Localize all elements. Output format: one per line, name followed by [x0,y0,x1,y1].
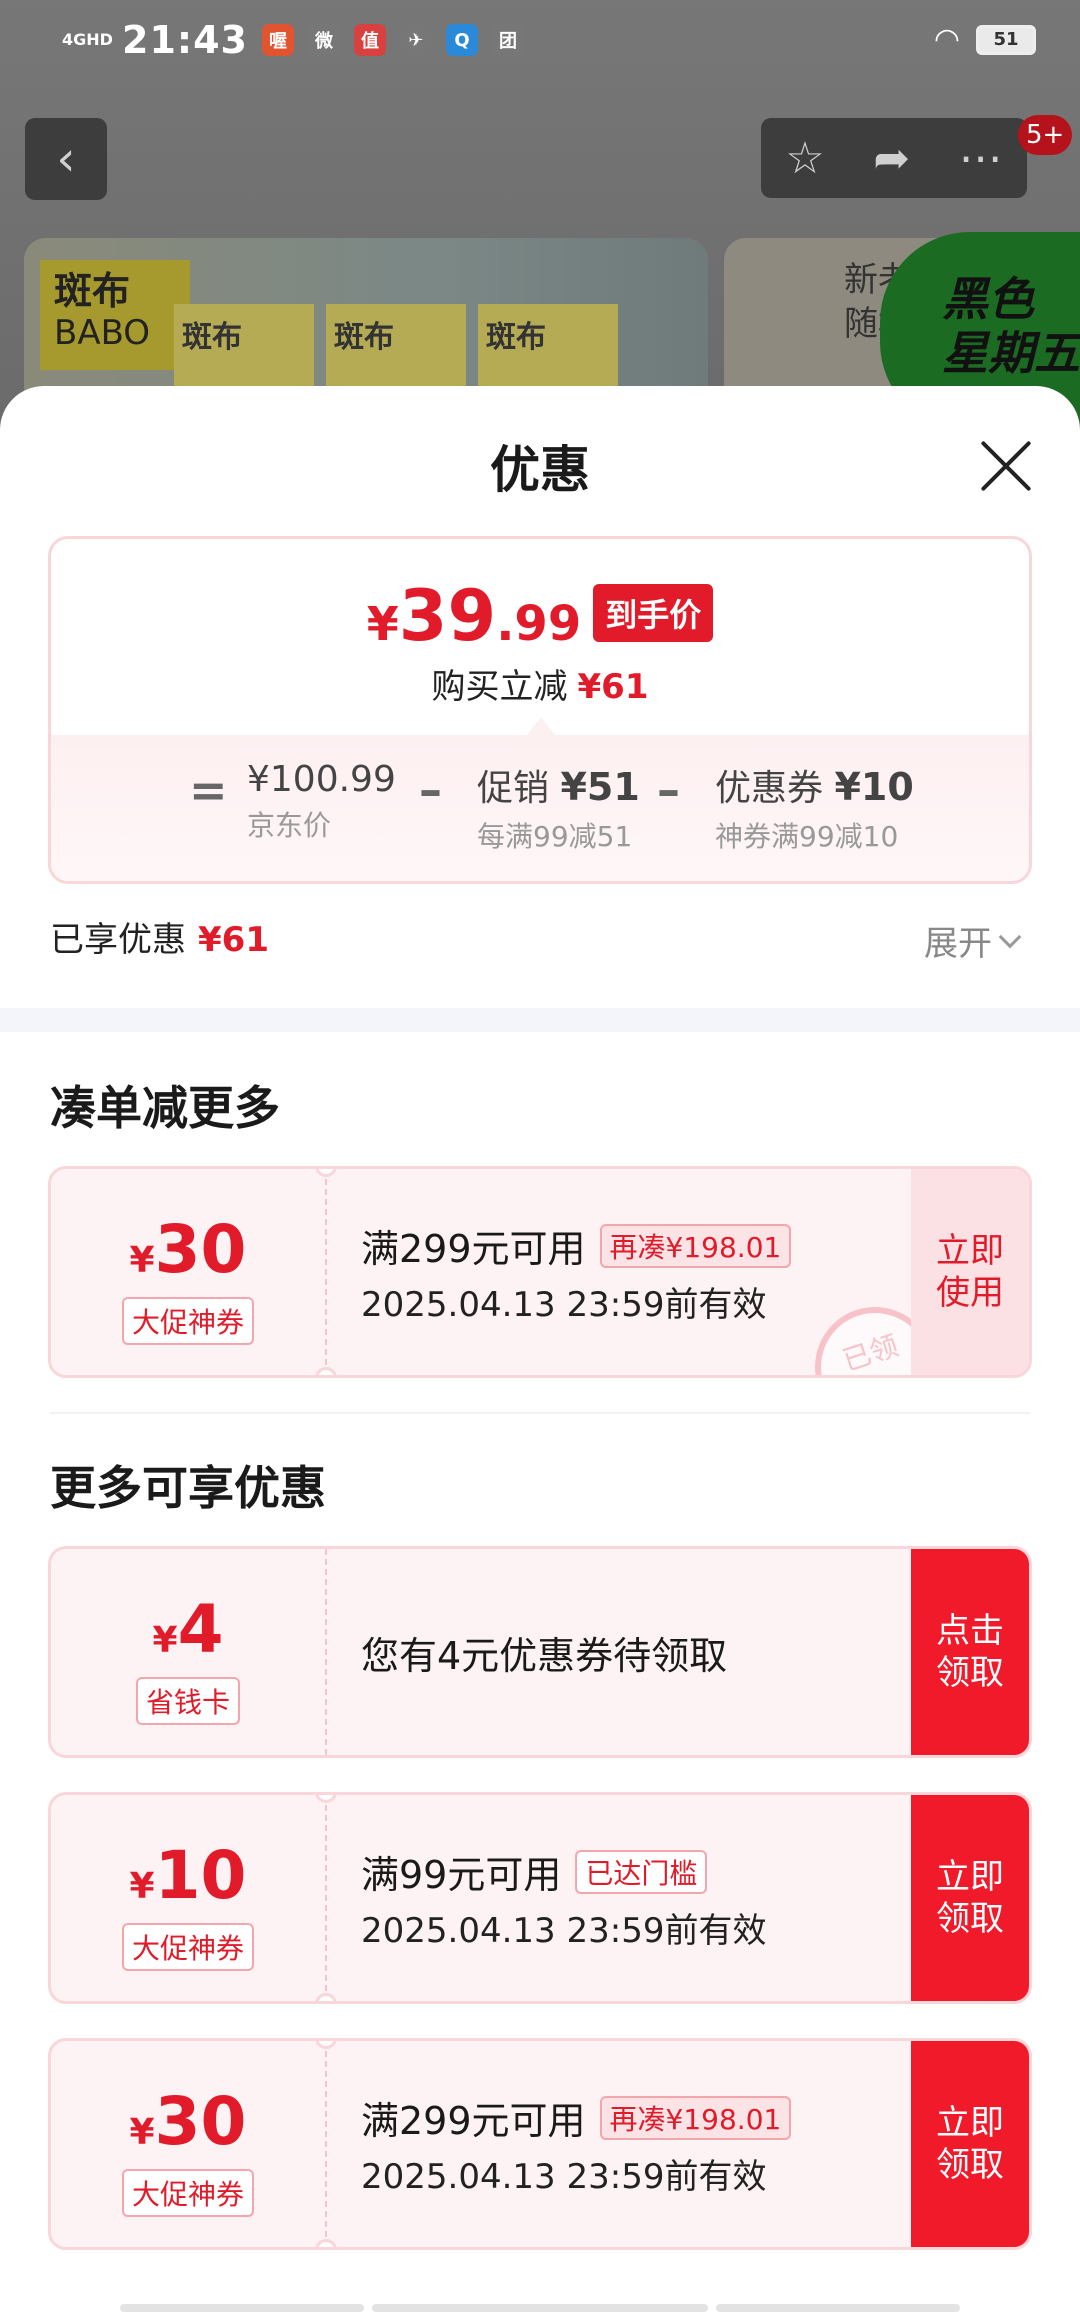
coupon-card: ¥10 大促神券 满99元可用 已达门槛 2025.04.13 23:59前有效 … [48,1792,1032,2004]
caret-up-icon [527,717,555,735]
coupon-amount: ¥10 [129,1837,247,1914]
nav-actions: ☆ ➦ ⋯ [761,118,1027,198]
more-icon[interactable]: ⋯ [959,133,1003,184]
message-badge: 5+ [1018,115,1073,155]
wifi-icon: ◠ [933,22,960,57]
coupon-condition: 满299元可用 [361,2099,586,2143]
coupon-amount: ¥30 [129,2083,247,2160]
final-price-tag: 到手价 [593,584,714,642]
section-title-more: 更多可享优惠 [50,1461,326,1515]
close-icon[interactable] [970,430,1042,502]
coupon-card: ¥30 大促神券 满299元可用 再凑¥198.01 2025.04.13 23:… [48,1166,1032,1378]
add-more-tag[interactable]: 再凑¥198.01 [599,1223,792,1268]
coupon-card: ¥4 省钱卡 您有4元优惠券待领取 点击 领取 [48,1546,1032,1758]
coupon-card: ¥30 大促神券 满299元可用 再凑¥198.01 2025.04.13 23:… [48,2038,1032,2250]
network-signal-icon: 4GHD [62,30,113,49]
tuan-icon: 团 [491,24,524,56]
section-gap [0,1008,1080,1032]
coupon-validity: 2025.04.13 23:59前有效 [361,1911,767,1951]
coupon-type-badge: 大促神券 [121,2169,255,2217]
coupon-type-badge: 大促神券 [121,1297,255,1345]
battery-icon: 51 [976,24,1036,55]
weibo-icon: 微 [307,24,340,56]
chevron-down-icon [998,925,1022,948]
bird-icon: ✈ [399,24,432,56]
claim-button[interactable]: 点击 领取 [911,1549,1029,1755]
coupon-message: 您有4元优惠券待领取 [361,1633,728,1678]
coupon-condition: 满299元可用 [361,1227,586,1271]
instant-discount: 购买立减 ¥61 [431,667,649,707]
chevron-left-icon: ‹ [56,131,76,187]
coupon-type-badge: 大促神券 [121,1923,255,1971]
status-time: 21:43 [122,18,248,62]
section-title-bundle: 凑单减更多 [50,1081,280,1135]
app-red-icon: 喔 [261,24,294,56]
share-icon[interactable]: ➦ [873,133,910,184]
discount-sheet: 优惠 ¥39.99 到手价 购买立减 ¥61 = ¥100.99 京东价 – 促销 … [0,386,1080,2316]
minus-sign: – [657,763,680,817]
final-price: ¥39.99 到手价 [51,575,1029,657]
promo-discount: 促销 ¥51 每满99减51 [477,765,640,853]
coupon-validity: 2025.04.13 23:59前有效 [361,2157,767,2197]
minus-sign: – [419,763,442,817]
back-button[interactable]: ‹ [25,118,107,200]
coupon-condition: 满99元可用 [361,1853,562,1897]
threshold-met-tag: 已达门槛 [575,1849,708,1894]
coupon-discount: 优惠券 ¥10 神券满99减10 [715,765,914,853]
brand-logo: 斑布 BABO [40,260,190,370]
scroll-indicator [716,2304,960,2312]
coupon-type-badge: 省钱卡 [135,1677,241,1725]
star-icon[interactable]: ☆ [785,133,824,184]
equals-sign: = [189,763,228,817]
smzdm-icon: 值 [353,24,386,56]
enjoyed-discount: 已享优惠 ¥61 [50,920,269,960]
coupon-validity: 2025.04.13 23:59前有效 [361,1285,767,1325]
status-bar: 4GHD 21:43 喔 微 值 ✈ Q 团 ◠ 51 [0,0,1080,80]
background-page: 4GHD 21:43 喔 微 值 ✈ Q 团 ◠ 51 ‹ ☆ ➦ ⋯ 5+ 斑… [0,0,1080,438]
claim-button[interactable]: 立即 领取 [911,1795,1029,2001]
expand-button[interactable]: 展开 [924,916,1022,965]
coupon-amount: ¥30 [129,1211,247,1288]
use-now-button[interactable]: 立即 使用 [911,1169,1029,1375]
jd-price: ¥100.99 京东价 [247,759,396,842]
scroll-indicator [372,2304,708,2312]
sheet-title: 优惠 [490,441,590,499]
claim-button[interactable]: 立即 领取 [911,2041,1029,2247]
scroll-indicator [120,2304,364,2312]
qq-browser-icon: Q [445,24,478,56]
price-breakdown: ¥39.99 到手价 购买立减 ¥61 = ¥100.99 京东价 – 促销 ¥51… [48,536,1032,884]
add-more-tag[interactable]: 再凑¥198.01 [599,2095,792,2140]
coupon-amount: ¥4 [152,1591,224,1668]
divider [50,1412,1030,1414]
